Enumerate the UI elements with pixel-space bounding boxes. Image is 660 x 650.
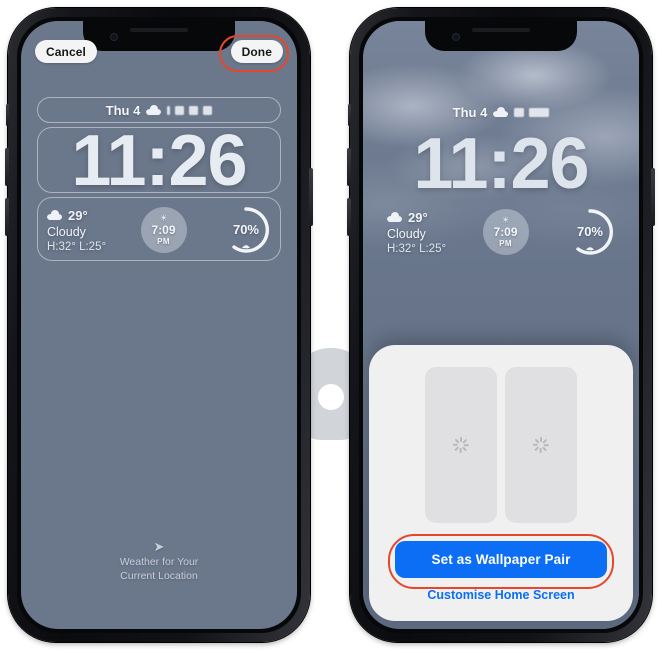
sunset-time: 7:09 [151,222,176,237]
home-screen-preview-card[interactable] [505,367,577,523]
weather-widget: 29° Cloudy H:32° L:25° [387,210,446,255]
earpiece-speaker-icon [472,28,530,32]
lock-screen-widgets-row-left: 29° Cloudy H:32° L:25° ☀ 7:09 PM 70% ☂ [47,203,271,257]
attribution-line-2: Current Location [120,570,198,582]
cloud-icon [146,105,162,115]
sunset-meridiem: PM [499,238,512,248]
earpiece-speaker-icon [130,28,188,32]
activity-spinner [532,437,549,453]
screenshot-stage: Cancel Done Thu 4 11:26 29° Cloudy H:32°… [0,0,660,650]
lock-screen-preview-card[interactable] [425,367,497,523]
volume-up-button[interactable] [347,148,351,186]
location-arrow-icon: ➤ [153,539,165,554]
attribution-line-1: Weather for Your [119,556,199,568]
front-camera-icon [452,33,460,41]
lock-screen-widgets-row-right: 29° Cloudy H:32° L:25° ☀ 7:09 PM 70% ☂ [387,205,615,259]
mute-switch[interactable] [348,104,351,126]
sunset-icon: ☀ [159,212,168,223]
sunset-meridiem: PM [157,236,170,246]
volume-up-button[interactable] [5,148,9,186]
weather-temperature: 29° [68,207,88,223]
right-phone-screen: Thu 4 11:26 29° Cloudy H:32° L:25° ☀ 7:0… [363,21,639,629]
edit-mode-toolbar: Cancel Done [21,35,297,72]
sunset-widget[interactable]: ☀ 7:09 PM [140,207,187,253]
activity-spinner [452,437,469,453]
right-phone-bezel: Thu 4 11:26 29° Cloudy H:32° L:25° ☀ 7:0… [359,17,643,633]
left-phone-bezel: Cancel Done Thu 4 11:26 29° Cloudy H:32°… [17,17,301,633]
weather-condition: Cloudy [47,224,86,239]
right-phone-frame: Thu 4 11:26 29° Cloudy H:32° L:25° ☀ 7:0… [347,8,655,642]
set-as-wallpaper-pair-button[interactable]: Set as Wallpaper Pair [395,541,607,578]
date-widget-placeholders [167,105,213,115]
notch [425,21,577,51]
weather-widget[interactable]: 29° Cloudy H:32° L:25° [47,208,106,253]
date-row: Thu 4 [363,103,639,121]
power-button[interactable] [309,168,313,226]
mute-switch[interactable] [6,104,9,126]
watermark-cutout [318,384,344,410]
sunset-time: 7:09 [493,224,518,239]
volume-down-button[interactable] [347,198,351,236]
wallpaper-previews [425,367,577,523]
cloud-icon [387,212,402,222]
wallpaper-confirm-sheet: Set as Wallpaper Pair Customise Home Scr… [369,345,633,621]
weather-temperature: 29° [408,209,428,225]
weather-high-low: H:32° L:25° [47,240,107,253]
sunset-icon: ☀ [501,214,510,225]
date-label: Thu 4 [452,104,488,120]
clock-label: 11:26 [71,121,247,201]
date-label: Thu 4 [105,102,141,118]
sunset-widget: ☀ 7:09 PM [482,209,529,255]
customise-home-screen-link[interactable]: Customise Home Screen [369,588,633,602]
cloud-icon [493,107,509,117]
cloud-icon [47,210,62,220]
volume-down-button[interactable] [5,198,9,236]
left-phone-frame: Cancel Done Thu 4 11:26 29° Cloudy H:32°… [5,8,313,642]
humidity-widget[interactable]: 70% ☂ [221,205,271,255]
cancel-button[interactable]: Cancel [35,40,97,63]
weather-condition: Cloudy [387,226,426,241]
weather-high-low: H:32° L:25° [387,242,447,255]
umbrella-icon: ☂ [585,246,595,257]
humidity-widget: 70% ☂ [565,207,615,257]
left-phone-screen: Cancel Done Thu 4 11:26 29° Cloudy H:32°… [21,21,297,629]
date-widget-placeholders [514,107,550,117]
date-row[interactable]: Thu 4 [21,101,297,119]
weather-attribution: ➤ Weather for Your Current Location [21,539,297,583]
umbrella-icon: ☂ [241,244,251,255]
power-button[interactable] [651,168,655,226]
done-button[interactable]: Done [230,40,283,63]
clock-label: 11:26 [413,124,589,204]
